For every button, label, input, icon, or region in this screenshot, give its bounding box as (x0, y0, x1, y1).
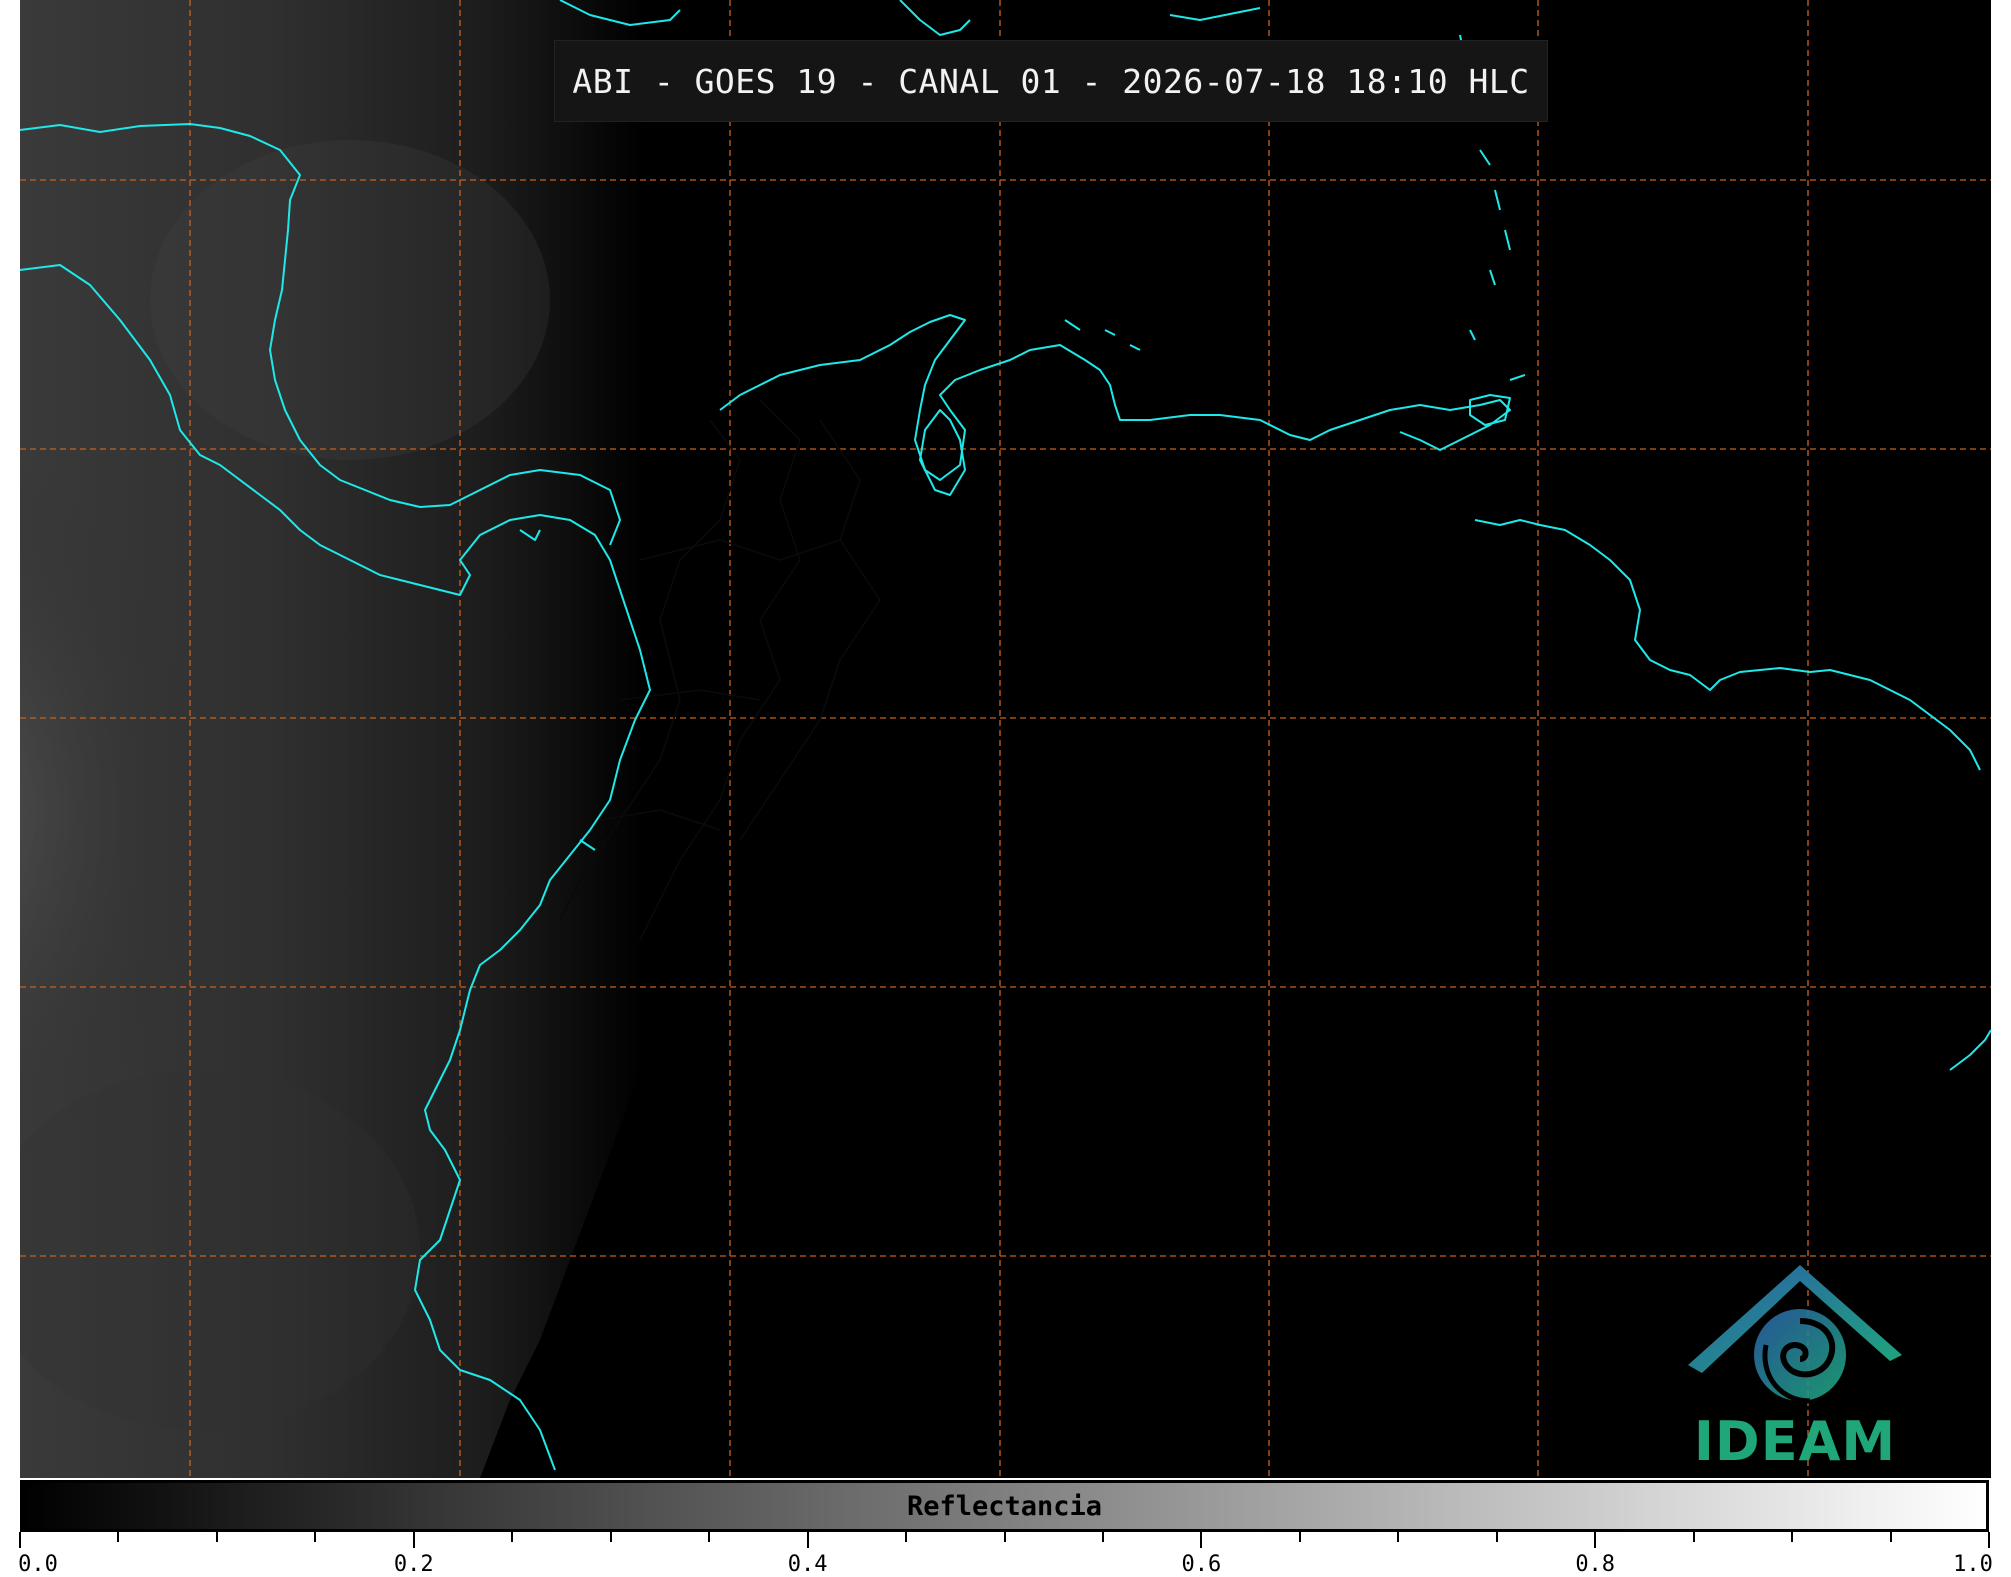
ideam-logo-icon (1688, 1265, 1902, 1404)
colorbar-minor-tick (1003, 1532, 1006, 1542)
colorbar-minor-tick (1692, 1532, 1695, 1542)
colorbar-minor-tick (215, 1532, 218, 1542)
colorbar-tick-label: 0.4 (787, 1552, 828, 1577)
colorbar-minor-tick (511, 1532, 514, 1542)
colorbar-major-tick (1594, 1532, 1597, 1548)
colorbar-major-tick (1200, 1532, 1203, 1548)
satellite-image: ABI - GOES 19 - CANAL 01 - 2026-07-18 18… (20, 0, 1991, 1478)
colorbar-minor-tick (1495, 1532, 1498, 1542)
colorbar-tick-label: 0.0 (18, 1552, 58, 1577)
colorbar-minor-tick (1101, 1532, 1104, 1542)
ideam-logo: IDEAM (1680, 1255, 1910, 1475)
colorbar: Reflectancia (20, 1480, 1989, 1532)
cloud-field-north (150, 140, 550, 460)
colorbar-minor-tick (314, 1532, 317, 1542)
colorbar-tick-label: 0.6 (1181, 1552, 1222, 1577)
colorbar-minor-tick (609, 1532, 612, 1542)
logo-name: IDEAM (1693, 1410, 1897, 1473)
colorbar-minor-tick (905, 1532, 908, 1542)
colorbar-minor-tick (708, 1532, 711, 1542)
colorbar-minor-tick (1298, 1532, 1301, 1542)
colorbar-minor-tick (1889, 1532, 1892, 1542)
colorbar-minor-tick (1791, 1532, 1794, 1542)
colorbar-major-tick (806, 1532, 809, 1548)
colorbar-tick-label: 0.2 (393, 1552, 434, 1577)
colorbar-major-tick (412, 1532, 415, 1548)
colorbar-major-tick (19, 1532, 21, 1548)
colorbar-label: Reflectancia (906, 1490, 1103, 1522)
colorbar-minor-tick (1397, 1532, 1400, 1542)
colorbar-tick-label: 1.0 (1953, 1552, 1993, 1577)
colorbar-tick-label: 0.8 (1575, 1552, 1616, 1577)
colorbar-ticks: 0.0 0.2 0.4 0.6 0.8 1.0 (18, 1532, 1993, 1577)
title-box: ABI - GOES 19 - CANAL 01 - 2026-07-18 18… (554, 40, 1548, 122)
image-title: ABI - GOES 19 - CANAL 01 - 2026-07-18 18… (572, 61, 1530, 101)
colorbar-major-tick (1988, 1532, 1990, 1548)
colorbar-minor-tick (117, 1532, 120, 1542)
